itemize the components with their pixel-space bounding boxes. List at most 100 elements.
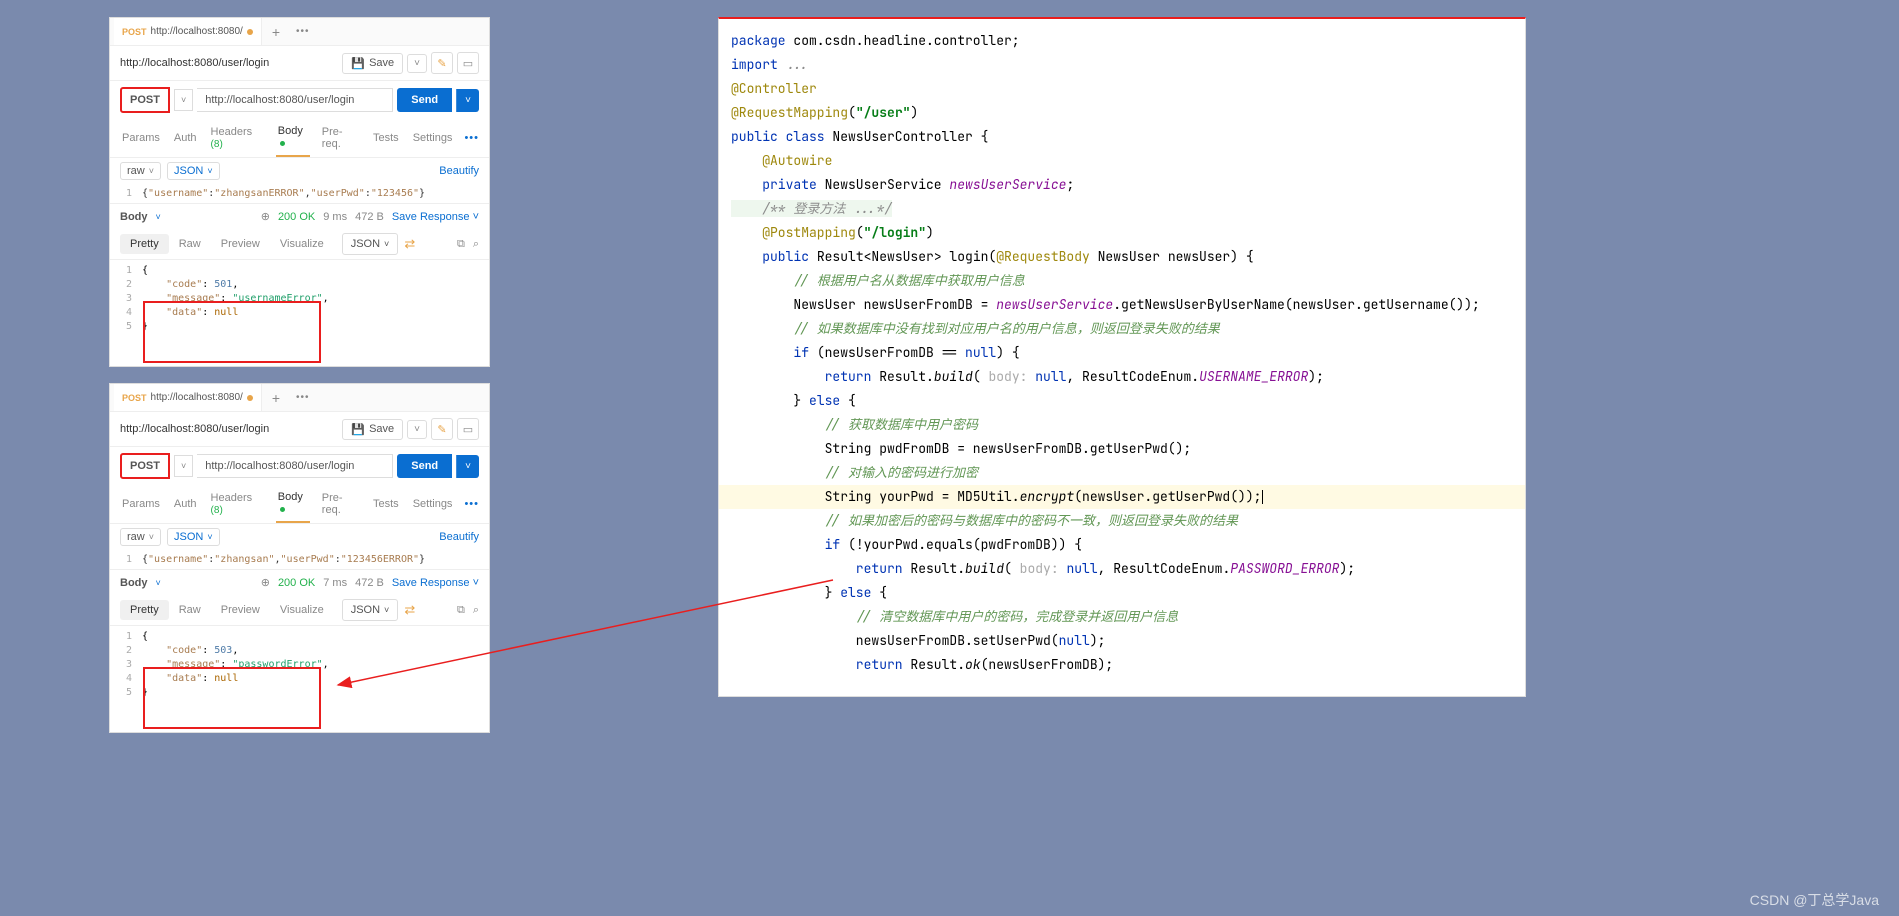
req-more-button[interactable]: ••• bbox=[464, 132, 479, 144]
tab-overflow-button[interactable]: ••• bbox=[290, 392, 316, 403]
method-caret[interactable]: ˅ bbox=[174, 89, 193, 111]
watermark: CSDN @丁总学Java bbox=[1750, 890, 1879, 910]
unsaved-dot-icon bbox=[247, 29, 253, 35]
beautify-button[interactable]: Beautify bbox=[439, 531, 479, 543]
postman-request-panel-1: POST http://localhost:8080/ + ••• http:/… bbox=[109, 17, 490, 367]
raw-select[interactable]: raw ˅ bbox=[120, 162, 161, 180]
save-button[interactable]: 💾 Save bbox=[342, 419, 403, 440]
wrap-lines-icon[interactable]: ⇄ bbox=[404, 236, 415, 252]
unsaved-dot-icon bbox=[247, 395, 253, 401]
send-button[interactable]: Send bbox=[397, 454, 452, 478]
tab-settings[interactable]: Settings bbox=[411, 492, 455, 516]
tab-settings[interactable]: Settings bbox=[411, 126, 455, 150]
request-name-row: http://localhost:8080/user/login 💾 Save … bbox=[110, 46, 489, 81]
globe-icon[interactable]: ⊕ bbox=[261, 210, 270, 223]
tab-params[interactable]: Params bbox=[120, 492, 162, 516]
postman-request-panel-2: POST http://localhost:8080/ + ••• http:/… bbox=[109, 383, 490, 733]
search-icon[interactable]: ⌕ bbox=[473, 238, 479, 251]
line-number: 1 bbox=[120, 188, 132, 199]
body-active-dot-icon bbox=[280, 507, 285, 512]
request-tab[interactable]: POST http://localhost:8080/ bbox=[114, 384, 262, 411]
new-tab-button[interactable]: + bbox=[262, 390, 290, 406]
request-body-editor[interactable]: 1 {"username":"zhangsan","userPwd":"1234… bbox=[110, 550, 489, 569]
request-tabs: Params Auth Headers (8) Body Pre-req. Te… bbox=[110, 119, 489, 158]
view-pretty[interactable]: Pretty bbox=[120, 234, 169, 254]
response-size: 472 B bbox=[355, 211, 384, 223]
view-raw[interactable]: Raw bbox=[169, 234, 211, 254]
req-more-button[interactable]: ••• bbox=[464, 498, 479, 510]
response-status-bar: Body ˅ ⊕ 200 OK 9 ms 472 B Save Response… bbox=[110, 203, 489, 229]
view-preview[interactable]: Preview bbox=[211, 234, 270, 254]
method-caret[interactable]: ˅ bbox=[174, 455, 193, 477]
response-view-options: Pretty Raw Preview Visualize JSON ˅ ⇄ ⧉ … bbox=[110, 229, 489, 260]
response-format-select[interactable]: JSON ˅ bbox=[342, 599, 399, 621]
http-method-select[interactable]: POST bbox=[120, 87, 170, 113]
response-view-options: Pretty Raw Preview Visualize JSON ˅ ⇄ ⧉ … bbox=[110, 595, 489, 626]
view-pretty[interactable]: Pretty bbox=[120, 600, 169, 620]
send-dropdown[interactable]: ˅ bbox=[456, 89, 479, 112]
http-method-select[interactable]: POST bbox=[120, 453, 170, 479]
url-row: POST ˅ http://localhost:8080/user/login … bbox=[110, 447, 489, 485]
line-number: 1 bbox=[120, 554, 132, 565]
response-time: 9 ms bbox=[323, 211, 347, 223]
view-preview[interactable]: Preview bbox=[211, 600, 270, 620]
comment-icon[interactable]: ▭ bbox=[457, 418, 479, 440]
save-button[interactable]: 💾 Save bbox=[342, 53, 403, 74]
tab-body[interactable]: Body bbox=[276, 485, 310, 523]
tab-bar: POST http://localhost:8080/ + ••• bbox=[110, 384, 489, 412]
json-select[interactable]: JSON ˅ bbox=[167, 162, 220, 180]
response-body-caret-icon[interactable]: ˅ bbox=[156, 578, 161, 588]
url-input[interactable]: http://localhost:8080/user/login bbox=[197, 88, 393, 112]
globe-icon[interactable]: ⊕ bbox=[261, 576, 270, 589]
response-body-label[interactable]: Body bbox=[120, 211, 148, 223]
tab-method-badge: POST bbox=[122, 393, 147, 403]
response-body-caret-icon[interactable]: ˅ bbox=[156, 212, 161, 222]
tab-tests[interactable]: Tests bbox=[371, 492, 401, 516]
tab-headers[interactable]: Headers (8) bbox=[209, 120, 266, 156]
tab-method-badge: POST bbox=[122, 27, 147, 37]
tab-auth[interactable]: Auth bbox=[172, 492, 199, 516]
wrap-lines-icon[interactable]: ⇄ bbox=[404, 602, 415, 618]
edit-icon[interactable]: ✎ bbox=[431, 52, 453, 74]
save-response-button[interactable]: Save Response ˅ bbox=[392, 577, 479, 589]
tab-overflow-button[interactable]: ••• bbox=[290, 26, 316, 37]
view-visualize[interactable]: Visualize bbox=[270, 234, 334, 254]
view-raw[interactable]: Raw bbox=[169, 600, 211, 620]
response-size: 472 B bbox=[355, 577, 384, 589]
tab-bar: POST http://localhost:8080/ + ••• bbox=[110, 18, 489, 46]
save-dropdown[interactable]: ˅ bbox=[407, 420, 427, 439]
request-body-editor[interactable]: 1 {"username":"zhangsanERROR","userPwd":… bbox=[110, 184, 489, 203]
view-visualize[interactable]: Visualize bbox=[270, 600, 334, 620]
tab-prereq[interactable]: Pre-req. bbox=[320, 120, 361, 156]
response-body-label[interactable]: Body bbox=[120, 577, 148, 589]
new-tab-button[interactable]: + bbox=[262, 24, 290, 40]
status-code: 200 OK bbox=[278, 577, 315, 589]
send-dropdown[interactable]: ˅ bbox=[456, 455, 479, 478]
copy-icon[interactable]: ⧉ bbox=[457, 238, 465, 251]
tab-params[interactable]: Params bbox=[120, 126, 162, 150]
response-format-select[interactable]: JSON ˅ bbox=[342, 233, 399, 255]
save-dropdown[interactable]: ˅ bbox=[407, 54, 427, 73]
body-options: raw ˅ JSON ˅ Beautify bbox=[110, 158, 489, 184]
java-code-editor[interactable]: package com.csdn.headline.controller; im… bbox=[718, 17, 1526, 697]
search-icon[interactable]: ⌕ bbox=[473, 604, 479, 617]
response-highlight-box bbox=[143, 301, 321, 363]
tab-auth[interactable]: Auth bbox=[172, 126, 199, 150]
request-tab[interactable]: POST http://localhost:8080/ bbox=[114, 18, 262, 45]
beautify-button[interactable]: Beautify bbox=[439, 165, 479, 177]
tab-body[interactable]: Body bbox=[276, 119, 310, 157]
tab-prereq[interactable]: Pre-req. bbox=[320, 486, 361, 522]
json-select[interactable]: JSON ˅ bbox=[167, 528, 220, 546]
url-input[interactable]: http://localhost:8080/user/login bbox=[197, 454, 393, 478]
tab-headers[interactable]: Headers (8) bbox=[209, 486, 266, 522]
tab-title: http://localhost:8080/ bbox=[151, 26, 243, 37]
raw-select[interactable]: raw ˅ bbox=[120, 528, 161, 546]
tab-tests[interactable]: Tests bbox=[371, 126, 401, 150]
save-response-button[interactable]: Save Response ˅ bbox=[392, 211, 479, 223]
response-highlight-box bbox=[143, 667, 321, 729]
edit-icon[interactable]: ✎ bbox=[431, 418, 453, 440]
body-options: raw ˅ JSON ˅ Beautify bbox=[110, 524, 489, 550]
copy-icon[interactable]: ⧉ bbox=[457, 604, 465, 617]
comment-icon[interactable]: ▭ bbox=[457, 52, 479, 74]
send-button[interactable]: Send bbox=[397, 88, 452, 112]
